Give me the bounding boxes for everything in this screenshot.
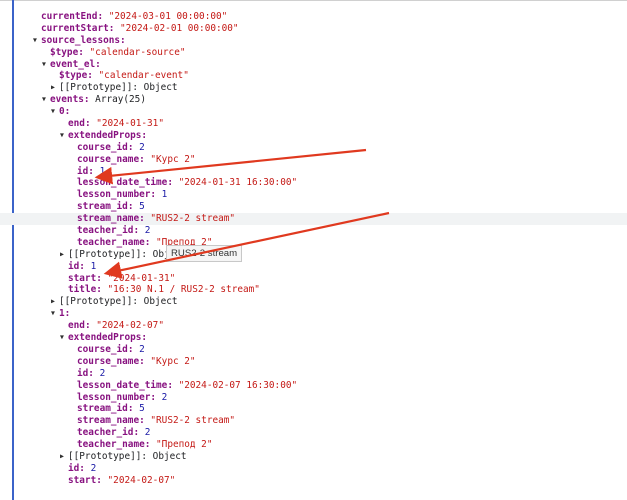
annotation-arrows — [94, 148, 390, 279]
annotation-arrow-2 — [103, 211, 390, 279]
annotation-arrow-1 — [94, 148, 367, 185]
